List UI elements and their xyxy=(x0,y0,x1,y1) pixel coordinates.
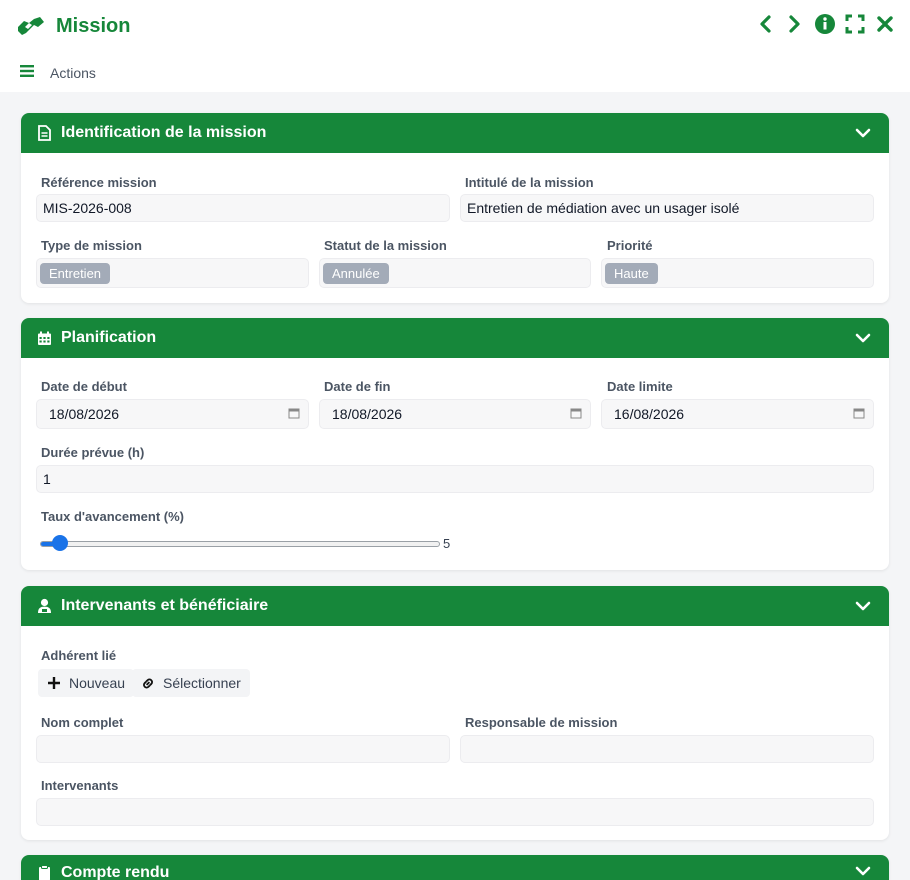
intitule-value: Entretien de médiation avec un usager is… xyxy=(467,200,740,216)
planification-header[interactable]: Planification xyxy=(21,318,889,358)
type-label: Type de mission xyxy=(41,238,142,253)
slider-thumb[interactable] xyxy=(52,535,68,551)
limite-label: Date limite xyxy=(607,379,673,394)
debut-label: Date de début xyxy=(41,379,127,394)
fullscreen-icon[interactable] xyxy=(844,12,866,36)
priorite-tag: Haute xyxy=(605,262,658,284)
reference-input[interactable]: MIS-2026-008 xyxy=(36,194,450,222)
responsable-label: Responsable de mission xyxy=(465,715,618,730)
intitule-input[interactable]: Entretien de médiation avec un usager is… xyxy=(460,194,874,222)
taux-slider[interactable] xyxy=(40,535,440,551)
previous-chevron-icon[interactable] xyxy=(754,12,776,36)
duree-value: 1 xyxy=(43,471,51,487)
chevron-down-icon[interactable] xyxy=(855,125,871,141)
slider-track xyxy=(40,541,440,547)
limite-value: 16/08/2026 xyxy=(614,406,685,422)
planification-title: Planification xyxy=(61,329,157,346)
window-controls xyxy=(754,12,896,36)
user-badge-icon xyxy=(35,597,53,615)
intervenants-label: Intervenants xyxy=(41,778,119,793)
duree-label: Durée prévue (h) xyxy=(41,445,145,460)
identification-title: Identification de la mission xyxy=(61,124,267,141)
hamburger-icon xyxy=(20,64,34,82)
nom-input[interactable] xyxy=(36,735,450,763)
handshake-icon xyxy=(14,10,48,42)
window-header: Mission Actions xyxy=(0,0,910,92)
fin-value: 18/08/2026 xyxy=(332,406,403,422)
chevron-down-icon[interactable] xyxy=(855,863,871,879)
compte-rendu-section: Compte rendu xyxy=(21,855,889,880)
identification-section: Identification de la mission Référence m… xyxy=(21,113,889,303)
priorite-select[interactable]: Haute xyxy=(601,258,874,288)
nom-label: Nom complet xyxy=(41,715,124,730)
info-icon[interactable] xyxy=(814,12,836,36)
calendar-picker-icon[interactable] xyxy=(853,407,865,419)
intervenants-section: Intervenants et bénéficiaire Adhérent li… xyxy=(21,586,889,840)
fin-label: Date de fin xyxy=(324,379,391,394)
selectionner-button[interactable]: Sélectionner xyxy=(132,669,250,697)
type-tag: Entretien xyxy=(40,262,111,284)
nouveau-button[interactable]: Nouveau xyxy=(38,669,135,697)
taux-value: 5 xyxy=(443,536,451,551)
intervenants-title: Intervenants et bénéficiaire xyxy=(61,597,269,614)
intitule-label: Intitulé de la mission xyxy=(465,175,594,190)
taux-label: Taux d'avancement (%) xyxy=(41,509,184,524)
priorite-label: Priorité xyxy=(607,238,653,253)
reference-label: Référence mission xyxy=(41,175,157,190)
nouveau-label: Nouveau xyxy=(69,675,126,691)
actions-menu[interactable]: Actions xyxy=(20,64,96,82)
compte-rendu-header[interactable]: Compte rendu xyxy=(21,855,889,880)
clipboard-icon xyxy=(35,864,53,880)
compte-rendu-title: Compte rendu xyxy=(61,864,170,880)
debut-date-input[interactable]: 18/08/2026 xyxy=(36,399,309,429)
type-select[interactable]: Entretien xyxy=(36,258,309,288)
debut-value: 18/08/2026 xyxy=(49,406,120,422)
window-title: Mission xyxy=(56,14,131,37)
identification-header[interactable]: Identification de la mission xyxy=(21,113,889,153)
intervenants-header[interactable]: Intervenants et bénéficiaire xyxy=(21,586,889,626)
statut-select[interactable]: Annulée xyxy=(319,258,591,288)
intervenants-input[interactable] xyxy=(36,798,874,826)
duree-input[interactable]: 1 xyxy=(36,465,874,493)
link-icon xyxy=(141,676,155,690)
planification-section: Planification Date de début 18/08/2026 D… xyxy=(21,318,889,570)
actions-label: Actions xyxy=(50,65,96,81)
statut-tag: Annulée xyxy=(323,262,389,284)
limite-date-input[interactable]: 16/08/2026 xyxy=(601,399,874,429)
selectionner-label: Sélectionner xyxy=(163,675,241,691)
document-icon xyxy=(35,124,53,142)
reference-value: MIS-2026-008 xyxy=(43,200,132,216)
statut-label: Statut de la mission xyxy=(324,238,447,253)
responsable-input[interactable] xyxy=(460,735,874,763)
calendar-picker-icon[interactable] xyxy=(288,407,300,419)
plus-icon xyxy=(47,676,61,690)
next-chevron-icon[interactable] xyxy=(784,12,806,36)
chevron-down-icon[interactable] xyxy=(855,598,871,614)
chevron-down-icon[interactable] xyxy=(855,330,871,346)
adherent-label: Adhérent lié xyxy=(41,648,117,663)
calendar-picker-icon[interactable] xyxy=(570,407,582,419)
close-icon[interactable] xyxy=(874,12,896,36)
calendar-icon xyxy=(35,329,53,347)
title-row: Mission xyxy=(14,10,130,42)
fin-date-input[interactable]: 18/08/2026 xyxy=(319,399,591,429)
